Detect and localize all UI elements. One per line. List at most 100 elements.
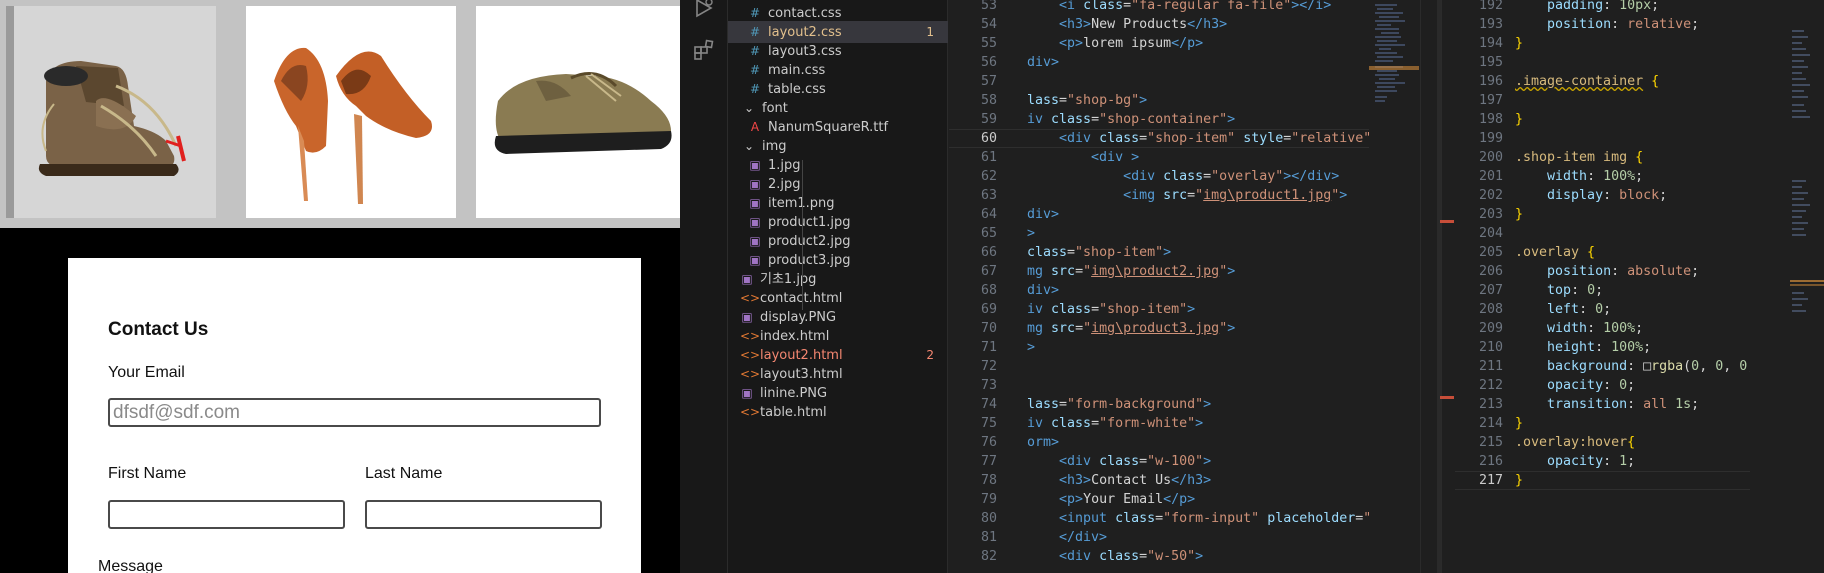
- code-text: class="shop-item">: [1027, 245, 1172, 260]
- code-line[interactable]: 200 .shop-item img {: [1455, 148, 1750, 167]
- code-line[interactable]: 53 <i class="fa-regular fa-file"></i>: [949, 0, 1369, 15]
- tree-item-label: img: [762, 139, 787, 154]
- tree-item-table-html[interactable]: <>table.html: [728, 401, 948, 423]
- code-line[interactable]: 57: [949, 72, 1369, 91]
- code-line[interactable]: 203}: [1455, 205, 1750, 224]
- code-line[interactable]: 211 background: □rgba(0, 0, 0, 0.5);: [1455, 357, 1750, 376]
- code-line[interactable]: 75 iv class="form-white">: [949, 414, 1369, 433]
- line-number: 204: [1478, 226, 1503, 241]
- code-line[interactable]: 217}: [1455, 471, 1750, 490]
- code-line[interactable]: 63 <img src="img\product1.jpg">: [949, 186, 1369, 205]
- code-line[interactable]: 204: [1455, 224, 1750, 243]
- code-line[interactable]: 197: [1455, 91, 1750, 110]
- code-line[interactable]: 60 <div class="shop-item" style="relativ…: [949, 129, 1369, 148]
- code-text: }: [1515, 473, 1524, 488]
- code-line[interactable]: 66 class="shop-item">: [949, 243, 1369, 262]
- code-text: div>: [1027, 283, 1060, 298]
- line-number: 196: [1478, 74, 1503, 89]
- css-minimap[interactable]: [1790, 0, 1824, 573]
- code-line[interactable]: 206 position: absolute;: [1455, 262, 1750, 281]
- code-line[interactable]: 73: [949, 376, 1369, 395]
- last-name-input[interactable]: [365, 500, 602, 529]
- code-line[interactable]: 61 <div >: [949, 148, 1369, 167]
- activity-bar: [680, 0, 728, 573]
- code-line[interactable]: 196 .image-container {: [1455, 72, 1750, 91]
- code-text: width: 100%;: [1547, 321, 1644, 336]
- code-line[interactable]: 201 width: 100%;: [1455, 167, 1750, 186]
- line-number: 80: [980, 511, 997, 526]
- code-line[interactable]: 67 mg src="img\product2.jpg">: [949, 262, 1369, 281]
- shop-item-boots[interactable]: [6, 6, 216, 218]
- shop-item-heels[interactable]: [246, 6, 456, 218]
- line-number: 60: [980, 131, 997, 146]
- code-line[interactable]: 209 width: 100%;: [1455, 319, 1750, 338]
- code-line[interactable]: 192 padding: 10px;: [1455, 0, 1750, 15]
- first-name-label: First Name: [108, 465, 187, 482]
- line-number: 211: [1478, 359, 1503, 374]
- shop-item-casual-shoe[interactable]: [476, 6, 680, 218]
- tree-item-label: main.css: [768, 63, 826, 78]
- code-text: orm>: [1027, 435, 1060, 450]
- code-line[interactable]: 71 >: [949, 338, 1369, 357]
- code-line[interactable]: 199: [1455, 129, 1750, 148]
- line-number: 68: [980, 283, 997, 298]
- code-line[interactable]: 58 lass="shop-bg">: [949, 91, 1369, 110]
- code-line[interactable]: 62 <div class="overlay"></div>: [949, 167, 1369, 186]
- code-line[interactable]: 202 display: block;: [1455, 186, 1750, 205]
- code-line[interactable]: 79 <p>Your Email</p>: [949, 490, 1369, 509]
- code-line[interactable]: 74 lass="form-background">: [949, 395, 1369, 414]
- code-line[interactable]: 70 mg src="img\product3.jpg">: [949, 319, 1369, 338]
- tree-item-label: product3.jpg: [768, 253, 851, 268]
- code-line[interactable]: 198}: [1455, 110, 1750, 129]
- code-text: opacity: 0;: [1547, 378, 1636, 393]
- code-line[interactable]: 72: [949, 357, 1369, 376]
- code-line[interactable]: 207 top: 0;: [1455, 281, 1750, 300]
- code-text: padding: 10px;: [1547, 0, 1660, 13]
- code-line[interactable]: 215 .overlay:hover{: [1455, 433, 1750, 452]
- code-line[interactable]: 81 </div>: [949, 528, 1369, 547]
- code-line[interactable]: 65 >: [949, 224, 1369, 243]
- code-line[interactable]: 210 height: 100%;: [1455, 338, 1750, 357]
- code-line[interactable]: 68 div>: [949, 281, 1369, 300]
- code-line[interactable]: 213 transition: all 1s;: [1455, 395, 1750, 414]
- line-number: 61: [980, 150, 997, 165]
- code-line[interactable]: 195: [1455, 53, 1750, 72]
- code-line[interactable]: 194}: [1455, 34, 1750, 53]
- code-line[interactable]: 78 <h3>Contact Us</h3>: [949, 471, 1369, 490]
- code-line[interactable]: 216 opacity: 1;: [1455, 452, 1750, 471]
- code-line[interactable]: 193 position: relative;: [1455, 15, 1750, 34]
- line-number: 75: [980, 416, 997, 431]
- html-editor[interactable]: 53 <i class="fa-regular fa-file"></i> 54 …: [949, 0, 1369, 573]
- code-line[interactable]: 82 <div class="w-50">: [949, 547, 1369, 566]
- code-line[interactable]: 208 left: 0;: [1455, 300, 1750, 319]
- tree-item-label: table.html: [760, 405, 827, 420]
- extensions-icon[interactable]: [692, 38, 716, 62]
- code-text: >: [1027, 340, 1036, 355]
- code-line[interactable]: 214}: [1455, 414, 1750, 433]
- code-line[interactable]: 80 <input class="form-input" placeholder…: [949, 509, 1369, 528]
- code-line[interactable]: 64 div>: [949, 205, 1369, 224]
- run-debug-icon[interactable]: [692, 0, 716, 20]
- code-line[interactable]: 54 <h3>New Products</h3>: [949, 15, 1369, 34]
- first-name-input[interactable]: [108, 500, 345, 529]
- tree-item-label: index.html: [760, 329, 830, 344]
- code-line[interactable]: 77 <div class="w-100">: [949, 452, 1369, 471]
- code-line[interactable]: 205 .overlay {: [1455, 243, 1750, 262]
- line-number: 63: [980, 188, 997, 203]
- css-editor[interactable]: 192 padding: 10px; 193 position: relative…: [1455, 0, 1750, 573]
- code-line[interactable]: 55 <p>lorem ipsum</p>: [949, 34, 1369, 53]
- code-line[interactable]: 69 iv class="shop-item">: [949, 300, 1369, 319]
- tree-item-label: display.PNG: [760, 310, 837, 325]
- code-text: <p>Your Email</p>: [1059, 492, 1196, 507]
- line-number: 53: [980, 0, 997, 13]
- email-input[interactable]: [108, 398, 601, 427]
- html-file-icon: <>: [740, 405, 761, 419]
- code-line[interactable]: 56 div>: [949, 53, 1369, 72]
- tree-item-label: table.css: [768, 82, 826, 97]
- code-line[interactable]: 59 iv class="shop-container">: [949, 110, 1369, 129]
- line-number: 64: [980, 207, 997, 222]
- code-line[interactable]: 76 orm>: [949, 433, 1369, 452]
- code-text: }: [1515, 207, 1524, 222]
- code-line[interactable]: 212 opacity: 0;: [1455, 376, 1750, 395]
- code-text: <div class="overlay"></div>: [1123, 169, 1340, 184]
